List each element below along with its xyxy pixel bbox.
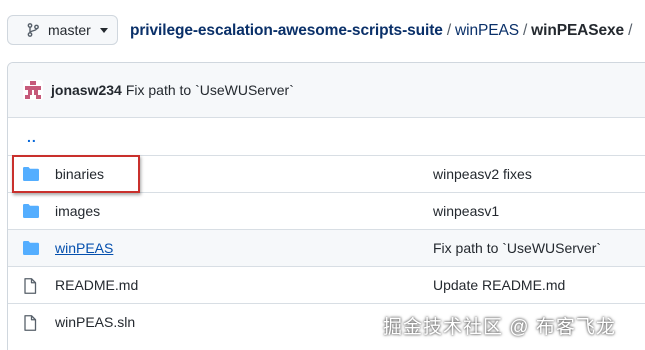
breadcrumb-separator: / (522, 22, 528, 39)
parent-directory-link[interactable]: .. (27, 129, 37, 145)
file-name-link[interactable]: winPEAS (55, 240, 113, 256)
commit-message-link[interactable]: winpeasv2 fixes (433, 166, 532, 182)
page: master privilege-escalation-awesome-scri… (0, 0, 645, 350)
chevron-down-icon (99, 27, 108, 33)
file-name-link[interactable]: images (55, 203, 100, 219)
breadcrumb-dir-link[interactable]: winPEAS (455, 22, 519, 39)
table-row[interactable]: binaries winpeasv2 fixes (8, 155, 645, 192)
breadcrumb-repo-link[interactable]: privilege-escalation-awesome-scripts-sui… (130, 22, 443, 39)
git-branch-icon (27, 23, 39, 37)
branch-selector-button[interactable]: master (7, 15, 118, 45)
file-name-link[interactable]: binaries (55, 166, 104, 182)
commit-message-link[interactable]: winpeasv1 (433, 203, 499, 219)
breadcrumb: privilege-escalation-awesome-scripts-sui… (130, 20, 636, 42)
table-row[interactable]: images winpeasv1 (8, 192, 645, 229)
file-list-box: jonasw234 Fix path to `UseWUServer` .. b… (7, 62, 645, 350)
commit-message-link[interactable]: Fix path to `UseWUServer` (126, 82, 294, 98)
commit-message-link[interactable]: Update README.md (433, 277, 565, 293)
branch-label: master (48, 22, 91, 38)
file-name-link[interactable]: README.md (55, 277, 138, 293)
repo-header: master privilege-escalation-awesome-scri… (0, 0, 645, 62)
file-icon (23, 315, 39, 331)
folder-icon (23, 241, 39, 255)
folder-icon (23, 167, 39, 181)
commit-message-link[interactable]: Fix path to `UseWUServer` (433, 240, 601, 256)
breadcrumb-current: winPEASexe (531, 22, 625, 39)
file-name-link[interactable]: winPEAS.sln (55, 314, 135, 330)
file-icon (23, 278, 39, 294)
breadcrumb-separator: / (628, 22, 633, 39)
watermark-text: 掘金技术社区 @ 布客飞龙 (383, 317, 616, 338)
latest-commit-bar: jonasw234 Fix path to `UseWUServer` (8, 63, 645, 118)
table-row[interactable]: README.md Update README.md (8, 266, 645, 303)
breadcrumb-separator: / (446, 22, 452, 39)
table-row[interactable]: winPEAS Fix path to `UseWUServer` (8, 229, 645, 266)
commit-author-link[interactable]: jonasw234 (51, 82, 122, 98)
folder-icon (23, 204, 39, 218)
parent-directory-row[interactable]: .. (8, 118, 645, 155)
avatar[interactable] (23, 80, 43, 100)
